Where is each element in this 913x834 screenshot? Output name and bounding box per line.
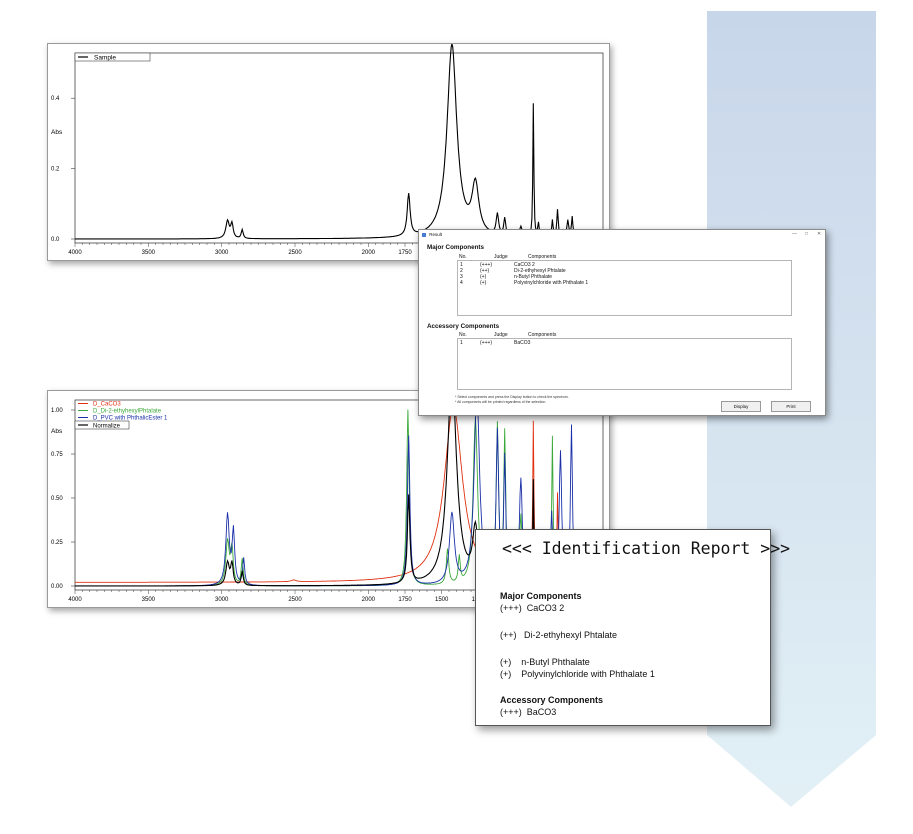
report-title: <<< Identification Report >>>: [502, 539, 791, 558]
legend-normalize-label: Normalize: [93, 424, 121, 430]
bottom-ylabel: Abs: [51, 428, 63, 435]
result-dialog: Result — □ ✕ Major Components No. Judge …: [418, 229, 826, 416]
x-tick-label: 4000: [68, 597, 82, 603]
note-print: * All components will be printed regardl…: [455, 400, 547, 404]
row-no: 4: [460, 280, 463, 286]
top-ylabel: Abs: [51, 129, 63, 136]
x-tick-label: 2500: [288, 250, 302, 256]
y-tick-label: 0.50: [51, 496, 63, 502]
legend-di2-label: D_Di-2-ethyhexylPhtalate: [93, 409, 162, 415]
report-line: (+) Polyvinylchloride with Phthalate 1: [500, 669, 655, 679]
major-components-title: Major Components: [427, 244, 485, 251]
note-display: * Select components and press the Displa…: [455, 395, 569, 399]
sample-spectrum-chart: 40003500300025002000175015000.40.20.0 Sa…: [51, 44, 604, 256]
y-tick-label: 0.00: [51, 584, 63, 590]
y-tick-label: 0.75: [51, 452, 63, 458]
y-tick-label: 0.4: [51, 96, 60, 102]
report-major-title: Major Components: [500, 591, 582, 601]
accessory-components-list[interactable]: 1 (+++) BaCO3: [457, 338, 792, 390]
legend-pvc-label: D_PVC with PhthalicEster 1: [93, 416, 168, 422]
row-component: BaCO3: [514, 340, 531, 346]
top-legend: Sample: [74, 52, 151, 62]
y-tick-label: 0.25: [51, 540, 63, 546]
major-components-list[interactable]: 1 (+++) CaCO3 2 2 (++) Di-2-ethyhexyl Ph…: [457, 260, 792, 316]
row-no: 1: [460, 340, 463, 346]
row-judge: (+): [480, 280, 487, 286]
y-tick-label: 1.00: [51, 408, 63, 414]
display-button[interactable]: Display: [721, 401, 761, 412]
minimize-icon[interactable]: —: [792, 230, 797, 239]
result-dialog-titlebar: Result — □ ✕: [419, 230, 825, 239]
x-tick-label: 2000: [362, 250, 376, 256]
x-tick-label: 3000: [215, 597, 229, 603]
report-line: (+) n-Butyl Phthalate: [500, 657, 590, 667]
identification-report: <<< Identification Report >>> Major Comp…: [475, 529, 790, 726]
maximize-icon[interactable]: □: [805, 230, 808, 239]
report-accessory-title: Accessory Components: [500, 695, 604, 705]
report-line: (++) Di-2-ethyhexyl Phtalate: [500, 630, 618, 640]
result-dialog-title: Result: [429, 232, 443, 237]
x-tick-label: 4000: [68, 250, 82, 256]
x-tick-label: 1500: [435, 597, 449, 603]
report-line: (+++) CaCO3 2: [500, 603, 565, 613]
app-icon: [422, 232, 426, 237]
accessory-components-title: Accessory Components: [427, 323, 500, 330]
list-item[interactable]: 4 (+) Polyvinylchloride with Phthalate 1: [460, 280, 588, 286]
legend-sample-label: Sample: [94, 55, 116, 62]
x-tick-label: 2500: [288, 597, 302, 603]
x-tick-label: 3500: [142, 597, 156, 603]
print-button[interactable]: Print: [771, 401, 811, 412]
x-tick-label: 3000: [215, 250, 229, 256]
x-tick-label: 3500: [142, 250, 156, 256]
row-judge: (+++): [480, 340, 493, 346]
close-icon[interactable]: ✕: [817, 230, 821, 239]
x-tick-label: 1750: [398, 597, 412, 603]
x-tick-label: 2000: [362, 597, 376, 603]
x-tick-label: 1750: [398, 250, 412, 256]
row-component: Polyvinylchloride with Phthalate 1: [514, 280, 589, 286]
y-tick-label: 0.2: [51, 167, 60, 173]
y-tick-label: 0.0: [51, 237, 60, 243]
legend-caco3-label: D_CaCO3: [93, 402, 121, 408]
report-line: (+++) BaCO3: [500, 707, 557, 717]
list-item[interactable]: 1 (+++) BaCO3: [460, 340, 530, 346]
